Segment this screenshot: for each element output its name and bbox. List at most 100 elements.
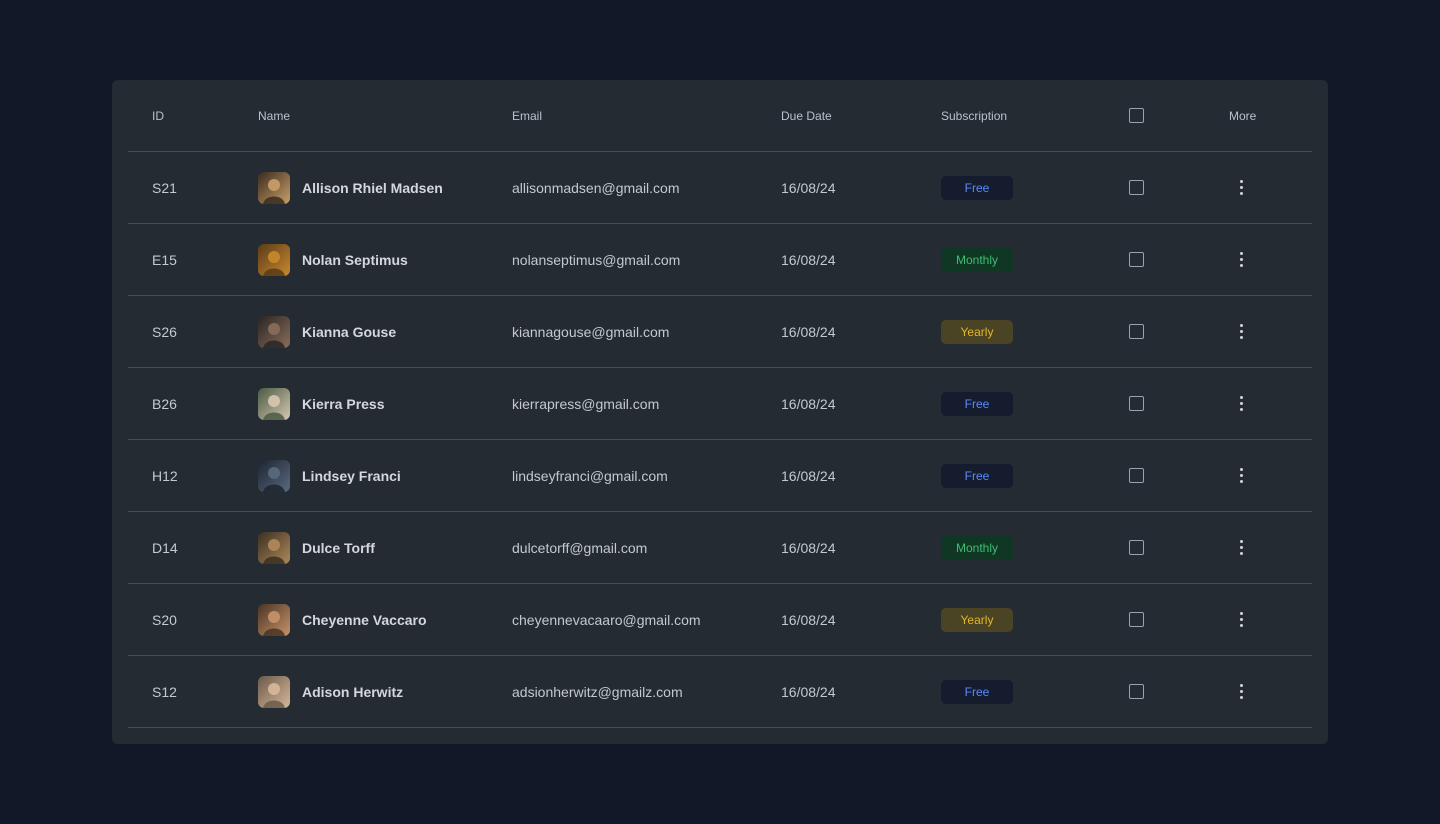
subscription-badge: Free [941, 463, 1013, 488]
table-row[interactable]: B26 Kierra Press kierrapress@gmail.com 16/… [128, 368, 1312, 440]
row-email: dulcetorff@gmail.com [512, 539, 648, 556]
subscription-badge: Monthly [941, 535, 1013, 560]
row-name-cell: Kianna Gouse [258, 296, 396, 367]
row-due-date: 16/08/24 [781, 179, 836, 196]
more-options-icon[interactable] [1229, 176, 1253, 200]
row-name-cell: Allison Rhiel Madsen [258, 152, 443, 223]
table-row[interactable]: S20 Cheyenne Vaccaro cheyennevacaaro@gmai… [128, 584, 1312, 656]
row-name-cell: Kierra Press [258, 368, 385, 439]
row-name-cell: Dulce Torff [258, 512, 375, 583]
row-more-cell [1229, 512, 1253, 583]
row-subscription-cell: Yearly [941, 584, 1013, 655]
select-all-checkbox[interactable] [1129, 108, 1144, 123]
row-id: D14 [152, 539, 178, 556]
subscription-badge: Free [941, 391, 1013, 416]
header-more: More [1229, 108, 1257, 123]
table-row[interactable]: D14 Dulce Torff dulcetorff@gmail.com 16/08… [128, 512, 1312, 584]
row-id: S12 [152, 683, 177, 700]
row-subscription-cell: Free [941, 656, 1013, 727]
row-email: cheyennevacaaro@gmail.com [512, 611, 701, 628]
row-checkbox[interactable] [1129, 612, 1144, 627]
more-options-icon[interactable] [1229, 392, 1253, 416]
row-subscription-cell: Monthly [941, 224, 1013, 295]
avatar [258, 459, 290, 492]
more-options-icon[interactable] [1229, 680, 1253, 704]
table-row[interactable]: S12 Adison Herwitz adsionherwitz@gmailz.c… [128, 656, 1312, 728]
user-name: Kierra Press [302, 395, 385, 412]
header-id: ID [152, 108, 164, 123]
table-row[interactable]: E15 Nolan Septimus nolanseptimus@gmail.co… [128, 224, 1312, 296]
subscription-badge: Free [941, 175, 1013, 200]
header-name: Name [258, 108, 291, 123]
row-checkbox[interactable] [1129, 468, 1144, 483]
row-checkbox[interactable] [1129, 324, 1144, 339]
row-select-cell [1129, 224, 1144, 295]
more-options-icon[interactable] [1229, 536, 1253, 560]
row-due-date: 16/08/24 [781, 683, 836, 700]
row-checkbox[interactable] [1129, 684, 1144, 699]
row-id: S21 [152, 179, 177, 196]
more-options-icon[interactable] [1229, 464, 1253, 488]
row-due-date: 16/08/24 [781, 395, 836, 412]
row-email: adsionherwitz@gmailz.com [512, 683, 683, 700]
row-select-cell [1129, 512, 1144, 583]
row-more-cell [1229, 584, 1253, 655]
row-more-cell [1229, 440, 1253, 511]
row-checkbox[interactable] [1129, 540, 1144, 555]
row-email: kierrapress@gmail.com [512, 395, 660, 412]
row-more-cell [1229, 224, 1253, 295]
avatar [258, 387, 290, 420]
row-id: S26 [152, 323, 177, 340]
row-email: kiannagouse@gmail.com [512, 323, 670, 340]
table-header: ID Name Email Due Date Subscription More [128, 80, 1312, 152]
table-row[interactable]: S21 Allison Rhiel Madsen allisonmadsen@gm… [128, 152, 1312, 224]
table-row[interactable]: S26 Kianna Gouse kiannagouse@gmail.com 16/… [128, 296, 1312, 368]
row-subscription-cell: Yearly [941, 296, 1013, 367]
table-body: S21 Allison Rhiel Madsen allisonmadsen@gm… [128, 152, 1312, 728]
avatar [258, 315, 290, 348]
row-subscription-cell: Free [941, 368, 1013, 439]
users-table-card: ID Name Email Due Date Subscription More… [112, 80, 1328, 744]
subscription-badge: Monthly [941, 247, 1013, 272]
row-more-cell [1229, 656, 1253, 727]
row-due-date: 16/08/24 [781, 611, 836, 628]
avatar [258, 531, 290, 564]
row-select-cell [1129, 368, 1144, 439]
subscription-badge: Yearly [941, 319, 1013, 344]
row-select-cell [1129, 296, 1144, 367]
more-options-icon[interactable] [1229, 248, 1253, 272]
user-name: Cheyenne Vaccaro [302, 611, 427, 628]
row-select-cell [1129, 440, 1144, 511]
row-name-cell: Lindsey Franci [258, 440, 401, 511]
row-id: E15 [152, 251, 177, 268]
more-options-icon[interactable] [1229, 608, 1253, 632]
row-name-cell: Adison Herwitz [258, 656, 403, 727]
row-id: H12 [152, 467, 178, 484]
row-due-date: 16/08/24 [781, 251, 836, 268]
more-options-icon[interactable] [1229, 320, 1253, 344]
row-select-cell [1129, 656, 1144, 727]
row-select-cell [1129, 152, 1144, 223]
row-name-cell: Nolan Septimus [258, 224, 408, 295]
user-name: Nolan Septimus [302, 251, 408, 268]
row-more-cell [1229, 296, 1253, 367]
header-subscription: Subscription [941, 108, 1008, 123]
row-more-cell [1229, 368, 1253, 439]
row-due-date: 16/08/24 [781, 467, 836, 484]
row-due-date: 16/08/24 [781, 323, 836, 340]
row-id: B26 [152, 395, 177, 412]
row-email: lindseyfranci@gmail.com [512, 467, 668, 484]
avatar [258, 603, 290, 636]
user-name: Adison Herwitz [302, 683, 404, 700]
users-table: ID Name Email Due Date Subscription More… [128, 80, 1312, 728]
row-subscription-cell: Free [941, 440, 1013, 511]
row-checkbox[interactable] [1129, 180, 1144, 195]
row-checkbox[interactable] [1129, 396, 1144, 411]
row-select-cell [1129, 584, 1144, 655]
user-name: Dulce Torff [302, 539, 375, 556]
table-row[interactable]: H12 Lindsey Franci lindseyfranci@gmail.co… [128, 440, 1312, 512]
avatar [258, 675, 290, 708]
row-checkbox[interactable] [1129, 252, 1144, 267]
row-subscription-cell: Monthly [941, 512, 1013, 583]
header-email: Email [512, 108, 543, 123]
